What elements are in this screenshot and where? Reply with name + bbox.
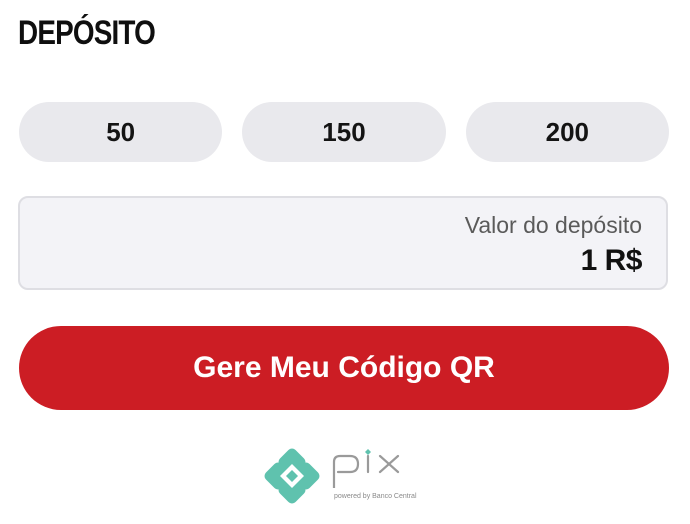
amount-presets: 50 150 200: [19, 102, 669, 162]
deposit-amount-field[interactable]: Valor do depósito 1 R$: [18, 196, 668, 290]
pix-wordmark: pix: [332, 449, 400, 488]
pix-logo-icon: [264, 448, 320, 504]
deposit-amount-label: Valor do depósito: [464, 212, 642, 238]
deposit-amount-value[interactable]: 1 R$: [581, 244, 643, 278]
pix-logo: pix powered by Banco Central: [264, 448, 426, 508]
preset-button-200[interactable]: 200: [465, 102, 669, 162]
generate-qr-code-button[interactable]: Gere Meu Código QR: [19, 326, 669, 410]
preset-button-150[interactable]: 150: [242, 102, 446, 162]
preset-button-50[interactable]: 50: [19, 102, 223, 162]
pix-tagline: powered by Banco Central: [334, 493, 417, 500]
page-title: DEPÓSITO: [18, 14, 156, 52]
